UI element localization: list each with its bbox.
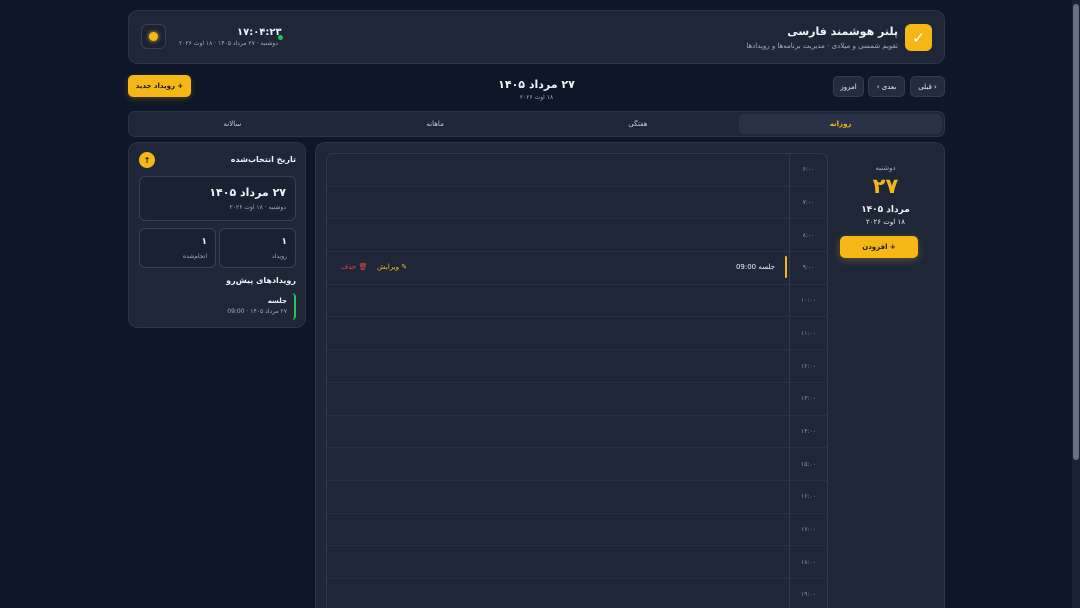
hour-row[interactable]: ۱۲:۰۰ — [327, 350, 827, 383]
sun-icon — [149, 32, 158, 41]
date-navigation: ‹ قبلی بعدی › امروز ۲۷ مرداد ۱۴۰۵ ۱۸ اوت… — [128, 74, 945, 114]
hour-label: ۱۴:۰۰ — [789, 415, 827, 448]
hour-label: ۱۳:۰۰ — [789, 382, 827, 415]
upcoming-title: رویدادهای پیش‌رو — [226, 276, 296, 285]
hour-label: ۱۲:۰۰ — [789, 350, 827, 382]
hour-row[interactable]: ۸:۰۰ — [327, 219, 827, 253]
tab-daily[interactable]: روزانه — [739, 114, 942, 134]
tab-yearly[interactable]: سالانه — [131, 114, 334, 134]
stat-label: انجام‌شده — [182, 253, 207, 260]
hour-row[interactable]: ۶:۰۰ — [327, 154, 827, 187]
page-scrollbar[interactable] — [1072, 0, 1080, 608]
hour-label: ۱۱:۰۰ — [789, 317, 827, 350]
hour-row[interactable]: ۱۹:۰۰ — [327, 579, 827, 608]
tab-monthly[interactable]: ماهانه — [334, 114, 537, 134]
tab-weekly[interactable]: هفتگی — [537, 114, 740, 134]
app-header: ✓ پلنر هوشمند فارسی تقویم شمسی و میلادی … — [128, 10, 945, 64]
selected-date-card: ۲۷ مرداد ۱۴۰۵ دوشنبه · ۱۸ اوت ۲۰۲۶ — [139, 176, 296, 221]
edit-event-button[interactable]: ✎ ویرایش — [377, 263, 407, 271]
stat-value: ۱ — [281, 237, 288, 247]
stat-done: ۱ انجام‌شده — [139, 228, 216, 268]
selected-date: ۲۷ مرداد ۱۴۰۵ — [209, 186, 286, 199]
arrow-up-icon[interactable]: ↑ — [139, 152, 155, 168]
panel-title: تاریخ انتخاب‌شده — [230, 155, 296, 164]
clock-time: ۱۷:۰۴:۲۳ — [237, 27, 282, 38]
current-date-gregorian: ۱۸ اوت ۲۰۲۶ — [519, 94, 554, 101]
check-logo-icon: ✓ — [905, 24, 932, 51]
hour-label: ۸:۰۰ — [789, 219, 827, 252]
weekday: دوشنبه — [875, 164, 896, 172]
new-event-button[interactable]: + رویداد جدید — [128, 75, 191, 97]
hour-label: ۶:۰۰ — [789, 154, 827, 186]
hour-label: ۱۵:۰۰ — [789, 448, 827, 480]
upcoming-item[interactable]: جلسه ۲۷ مرداد ۱۴۰۵ · 09:00 — [139, 293, 296, 320]
selected-date-panel: تاریخ انتخاب‌شده ↑ ۲۷ مرداد ۱۴۰۵ دوشنبه … — [128, 142, 306, 328]
hour-label: ۱۸:۰۰ — [789, 546, 827, 579]
app-title: پلنر هوشمند فارسی — [787, 25, 898, 38]
hour-row[interactable]: ۱۵:۰۰ — [327, 448, 827, 481]
event-marker — [784, 256, 787, 279]
hour-row[interactable]: ۱۶:۰۰ — [327, 481, 827, 514]
app-subtitle: تقویم شمسی و میلادی · مدیریت برنامه‌ها و… — [746, 42, 898, 50]
stat-events: ۱ رویداد — [219, 228, 296, 268]
status-dot — [278, 35, 283, 40]
add-event-button[interactable]: + افزودن — [840, 236, 918, 258]
current-date-title: ۲۷ مرداد ۱۴۰۵ — [498, 78, 575, 91]
hour-label: ۱۷:۰۰ — [789, 513, 827, 546]
app-container: ✓ پلنر هوشمند فارسی تقویم شمسی و میلادی … — [128, 10, 945, 608]
hour-row[interactable]: ۹:۰۰ جلسه 09:00 ✎ ویرایش 🗑 حذف — [327, 252, 827, 285]
delete-event-button[interactable]: 🗑 حذف — [341, 263, 367, 271]
daily-view-panel: دوشنبه ۲۷ مرداد ۱۴۰۵ ۱۸ اوت ۲۰۲۶ + افزود… — [315, 142, 945, 608]
stat-value: ۱ — [201, 237, 208, 247]
selected-date-sub: دوشنبه · ۱۸ اوت ۲۰۲۶ — [229, 204, 286, 211]
hour-grid: ۶:۰۰ ۷:۰۰ ۸:۰۰ ۹:۰۰ جلسه 09:00 ✎ ویرایش 🗑 حذف ۱… — [326, 153, 828, 608]
hour-label: ۷:۰۰ — [789, 186, 827, 219]
event-title[interactable]: جلسه 09:00 — [736, 263, 775, 271]
day-number: ۲۷ — [872, 174, 899, 198]
month-year: مرداد ۱۴۰۵ — [861, 205, 910, 215]
hour-row[interactable]: ۱۷:۰۰ — [327, 513, 827, 547]
hour-row[interactable]: ۱۴:۰۰ — [327, 415, 827, 449]
view-tabs: روزانه هفتگی ماهانه سالانه — [128, 111, 945, 137]
hour-label: ۱۰:۰۰ — [789, 284, 827, 317]
hour-label: ۹:۰۰ — [789, 252, 827, 284]
day-info: دوشنبه ۲۷ مرداد ۱۴۰۵ ۱۸ اوت ۲۰۲۶ + افزود… — [827, 143, 944, 273]
upcoming-name: جلسه — [267, 297, 287, 305]
hour-row[interactable]: ۱۸:۰۰ — [327, 546, 827, 580]
hour-label: ۱۹:۰۰ — [789, 579, 827, 608]
scrollbar-thumb[interactable] — [1073, 4, 1079, 460]
hour-row[interactable]: ۱۰:۰۰ — [327, 284, 827, 318]
hour-label: ۱۶:۰۰ — [789, 481, 827, 513]
upcoming-time: ۲۷ مرداد ۱۴۰۵ · 09:00 — [227, 308, 287, 315]
clock-date: دوشنبه · ۲۷ مرداد ۱۴۰۵ · ۱۸ اوت ۲۰۲۶ — [179, 40, 278, 47]
gregorian-date: ۱۸ اوت ۲۰۲۶ — [866, 218, 905, 226]
hour-row[interactable]: ۷:۰۰ — [327, 186, 827, 220]
stat-label: رویداد — [272, 253, 287, 260]
hour-row[interactable]: ۱۱:۰۰ — [327, 317, 827, 351]
hour-row[interactable]: ۱۳:۰۰ — [327, 382, 827, 416]
theme-toggle-button[interactable] — [141, 24, 166, 49]
